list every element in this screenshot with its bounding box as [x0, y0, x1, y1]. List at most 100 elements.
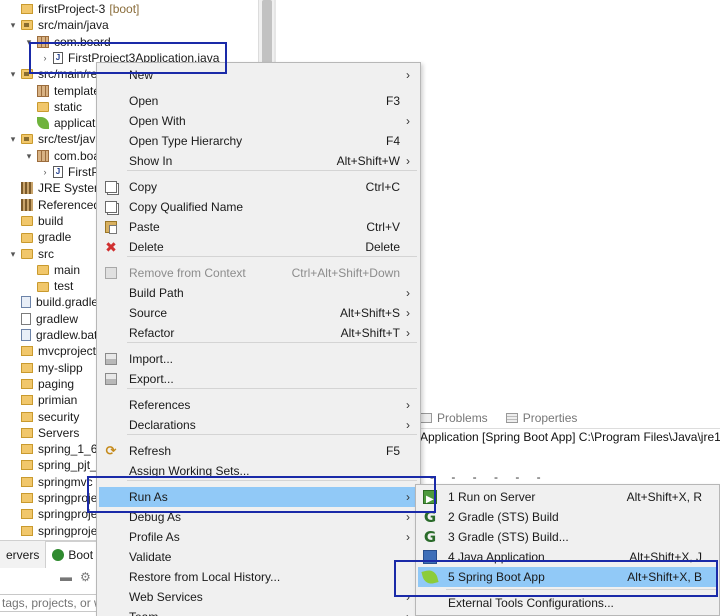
project-icon	[21, 346, 33, 357]
submenu-arrow-icon: ›	[406, 154, 410, 168]
filter-icon[interactable]: ⚙	[80, 570, 91, 584]
project-icon	[21, 493, 33, 503]
tree-item[interactable]: gradlew	[8, 311, 78, 327]
menu-item-shortcut: Ctrl+V	[366, 220, 400, 234]
submenu-arrow-icon: ›	[406, 418, 410, 432]
tree-item-label: security	[38, 409, 80, 424]
tree-item[interactable]: spring_1_6	[8, 441, 97, 457]
menu-item-open-type-hierarchy[interactable]: Open Type Hierarchy F4	[99, 131, 418, 151]
tree-item[interactable]: firstProject-3 [boot]	[8, 1, 139, 17]
menu-item-references[interactable]: References ›	[99, 395, 418, 415]
tree-item[interactable]: build.gradle	[8, 294, 98, 310]
tree-item[interactable]: mvcproject	[8, 343, 96, 359]
tab-problems-label: Problems	[437, 411, 488, 425]
tree-item[interactable]: ▾ src	[8, 246, 54, 262]
project-icon	[21, 509, 33, 520]
menu-item-label: Open	[129, 94, 159, 108]
menu-item-label: Copy Qualified Name	[129, 200, 244, 214]
tree-item[interactable]: gradlew.bat	[8, 327, 97, 343]
paste-icon	[105, 221, 117, 234]
menu-item-web-services[interactable]: Web Services ›	[99, 587, 418, 607]
tab-properties[interactable]: Properties	[505, 411, 577, 425]
menu-item-validate[interactable]: Validate	[99, 547, 418, 567]
boot-dashboard-filter-input[interactable]	[0, 594, 100, 612]
tree-item[interactable]: test	[24, 278, 73, 294]
collapse-icon[interactable]: ▬	[60, 570, 72, 584]
copy-icon	[105, 201, 117, 213]
run-as-item-1-run-on-server[interactable]: 1 Run on Server Alt+Shift+X, R	[418, 487, 717, 510]
folder-icon	[37, 265, 49, 276]
chevron-down-icon[interactable]: ▾	[8, 17, 18, 33]
menu-item-shortcut: F5	[385, 444, 400, 458]
tab-problems[interactable]: Problems	[420, 411, 488, 425]
menu-item-label: 2 Gradle (STS) Build	[448, 510, 559, 524]
menu-item-copy[interactable]: Copy Ctrl+C	[99, 177, 418, 197]
menu-item-build-path[interactable]: Build Path ›	[99, 283, 418, 303]
menu-item-profile-as[interactable]: Profile As ›	[99, 527, 418, 547]
menu-item-label: 3 Gradle (STS) Build...	[448, 530, 569, 544]
menu-item-open-with[interactable]: Open With ›	[99, 111, 418, 131]
tree-item[interactable]: springmvc	[8, 474, 93, 490]
delete-icon: ✖	[105, 239, 117, 255]
project-icon	[21, 4, 33, 14]
chevron-down-icon[interactable]: ▾	[8, 66, 18, 82]
menu-item-paste[interactable]: Paste Ctrl+V	[99, 217, 418, 237]
tree-item[interactable]: Servers	[8, 425, 79, 441]
menu-item-open[interactable]: Open F3	[99, 91, 418, 111]
tree-item[interactable]: ▾ src/main/java	[8, 17, 109, 33]
java-file-icon: J	[53, 166, 63, 178]
tree-item-label: mvcproject	[38, 344, 97, 359]
tree-item[interactable]: paging	[8, 376, 74, 392]
project-icon	[21, 476, 33, 487]
menu-item-label: 1 Run on Server	[448, 490, 536, 504]
submenu-arrow-icon: ›	[406, 306, 410, 320]
import-icon	[105, 373, 117, 385]
menu-item-label: Remove from Context	[129, 266, 246, 280]
refresh-icon: ⟳	[105, 443, 117, 458]
menu-item-show-in[interactable]: Show In Alt+Shift+W ›	[99, 151, 418, 171]
tree-item[interactable]: main	[24, 262, 80, 278]
menu-item-shortcut: Ctrl+C	[365, 180, 400, 194]
menu-item-restore-from-local-history[interactable]: Restore from Local History...	[99, 567, 418, 587]
chevron-down-icon[interactable]: ▾	[8, 131, 18, 147]
menu-item-label: Paste	[129, 220, 160, 234]
tree-item[interactable]: security	[8, 409, 79, 425]
tree-item[interactable]: build	[8, 213, 63, 229]
chevron-down-icon[interactable]: ▾	[24, 148, 34, 164]
menu-item-source[interactable]: Source Alt+Shift+S ›	[99, 303, 418, 323]
menu-item-shortcut: F4	[385, 134, 400, 148]
menu-item-label: Refresh	[129, 444, 172, 458]
gradle-file-icon	[21, 296, 31, 309]
boot-dashboard-toolbar: ▬ ⚙	[60, 570, 91, 584]
chevron-down-icon[interactable]: ▾	[8, 246, 18, 262]
tree-item[interactable]: templates	[24, 83, 106, 99]
run-as-item-3-gradle-sts-build[interactable]: G 3 Gradle (STS) Build...	[418, 527, 717, 547]
menu-item-label: Restore from Local History...	[129, 570, 281, 584]
submenu-arrow-icon: ›	[406, 607, 410, 616]
menu-item-refactor[interactable]: Refactor Alt+Shift+T ›	[99, 323, 418, 343]
menu-item-team[interactable]: Team ›	[99, 607, 418, 616]
menu-item-copy-qualified-name[interactable]: Copy Qualified Name	[99, 197, 418, 217]
menu-item-shortcut: Alt+Shift+S	[339, 306, 400, 320]
tree-item-label: firstProject-3	[38, 2, 106, 16]
menu-item-delete[interactable]: ✖ Delete Delete	[99, 237, 418, 257]
tree-item[interactable]: static	[24, 99, 82, 115]
tab-servers[interactable]: ervers	[0, 541, 45, 569]
properties-icon	[505, 413, 518, 423]
run-as-item-2-gradle-sts-build[interactable]: G2 Gradle (STS) Build	[418, 507, 717, 527]
library-icon	[21, 198, 33, 211]
chevron-right-icon[interactable]: ›	[40, 164, 50, 180]
menu-item-import[interactable]: Import...	[99, 349, 418, 369]
menu-item-label: Open With	[129, 114, 186, 128]
menu-item-label: Export...	[129, 372, 174, 386]
tree-item[interactable]: my-slipp	[8, 360, 83, 376]
tree-item[interactable]: ▾ src/test/java	[8, 131, 102, 147]
tree-item[interactable]: primian	[8, 392, 77, 408]
problems-icon	[420, 413, 432, 423]
menu-item-declarations[interactable]: Declarations ›	[99, 415, 418, 435]
tree-item[interactable]: gradle	[8, 229, 71, 245]
menu-item-refresh[interactable]: ⟳ Refresh F5	[99, 441, 418, 461]
project-icon	[21, 411, 33, 422]
menu-item-export[interactable]: Export...	[99, 369, 418, 389]
package-icon	[37, 149, 49, 162]
